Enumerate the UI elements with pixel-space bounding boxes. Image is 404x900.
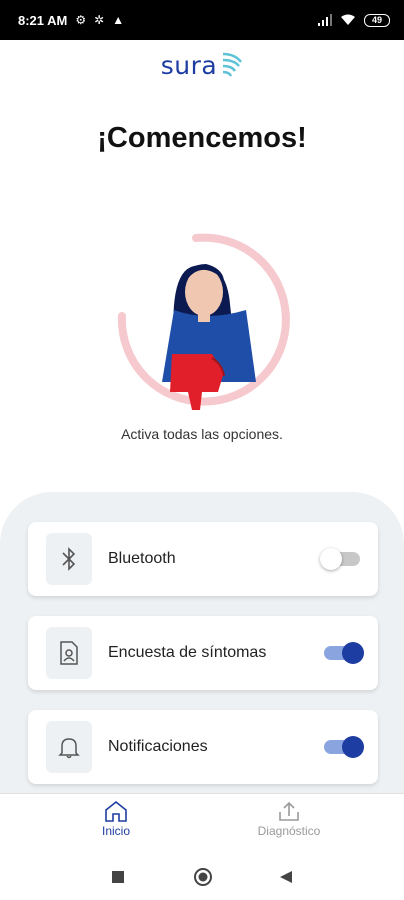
settings-icon: ✲ [94, 13, 105, 27]
bottom-nav: Inicio Diagnóstico [0, 793, 404, 851]
sura-logo: sura [0, 50, 404, 80]
subtitle: Activa todas las opciones. [121, 426, 283, 442]
option-label: Bluetooth [108, 550, 176, 567]
system-nav-bar [0, 851, 404, 900]
bell-icon [46, 721, 92, 773]
notifications-toggle[interactable] [324, 736, 364, 758]
option-notifications[interactable]: Notificaciones [28, 710, 378, 784]
recents-icon[interactable] [112, 870, 124, 888]
wifi-icon [341, 14, 355, 25]
symptom-survey-icon [46, 627, 92, 679]
status-time: 8:21 AM [18, 12, 68, 28]
option-label: Encuesta de síntomas [108, 644, 267, 661]
logo-wing-icon [223, 52, 243, 77]
upload-icon [279, 801, 299, 821]
nav-label: Inicio [101, 824, 130, 838]
option-bluetooth[interactable]: Bluetooth [28, 522, 378, 596]
option-symptom-survey[interactable]: Encuesta de síntomas [28, 616, 378, 690]
nav-label: Diagnóstico [257, 824, 321, 838]
page-title: ¡Comencemos! [97, 122, 307, 154]
signal-icon [318, 14, 332, 26]
symptom-survey-toggle[interactable] [324, 642, 364, 664]
nav-diagnostico[interactable]: Diagnóstico [229, 800, 349, 838]
welcome-illustration [117, 233, 290, 410]
bluetooth-toggle[interactable] [320, 548, 360, 570]
nav-inicio[interactable]: Inicio [56, 800, 176, 838]
options-panel: Bluetooth Encuesta de síntomas Notificac… [0, 492, 404, 812]
bluetooth-icon [46, 533, 92, 585]
back-icon[interactable] [280, 870, 292, 888]
logo-text: sura [160, 50, 218, 80]
battery-level: 49 [371, 15, 382, 25]
battery-icon: 49 [364, 13, 390, 27]
option-label: Notificaciones [108, 738, 208, 755]
home-icon [105, 800, 127, 822]
home-circle-icon[interactable] [193, 867, 213, 892]
warning-icon: ▲ [112, 13, 125, 27]
status-bar: 8:21 AM ⚙ ✲ ▲ 49 [0, 0, 404, 40]
sync-icon: ⚙ [75, 13, 87, 27]
